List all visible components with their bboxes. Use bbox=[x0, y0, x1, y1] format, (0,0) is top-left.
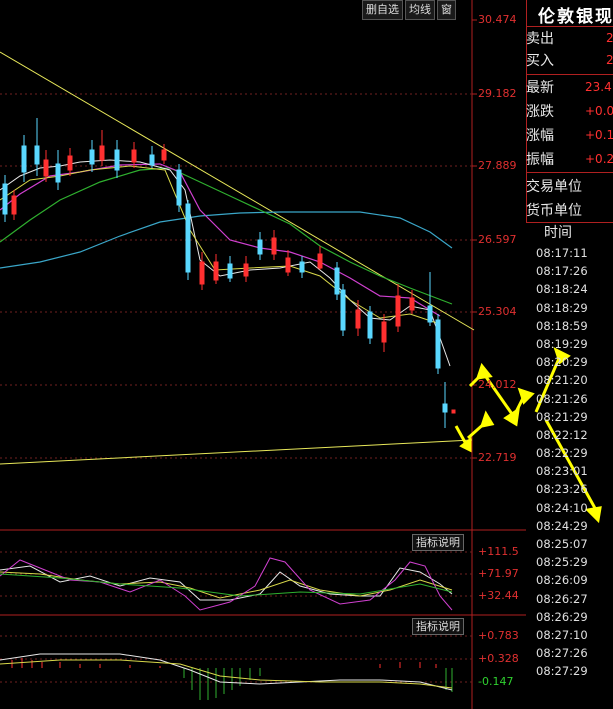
latest-row: 最新 23.4 bbox=[526, 77, 613, 99]
chart-toolbar: 删自选 均线 窗 bbox=[362, 0, 456, 20]
time-item: 08:21:26 bbox=[536, 391, 588, 406]
tick-time-list[interactable]: 时间 08:17:11 08:17:26 08:18:24 08:18:29 0… bbox=[526, 222, 613, 681]
time-item: 08:24:29 bbox=[536, 518, 588, 533]
sell-row: 卖出 2 bbox=[526, 28, 613, 50]
price-axis-label: 22.719 bbox=[478, 451, 517, 464]
sell-value: 2 bbox=[606, 31, 613, 45]
delete-watchlist-button[interactable]: 删自选 bbox=[362, 0, 403, 20]
time-item: 08:21:20 bbox=[536, 373, 588, 388]
change-pct-row: 涨幅 +0.1 bbox=[526, 125, 613, 147]
time-item: 08:23:26 bbox=[536, 482, 588, 497]
change-pct-label: 涨幅 bbox=[526, 128, 554, 144]
latest-label: 最新 bbox=[526, 80, 554, 96]
time-item: 08:23:01 bbox=[536, 464, 588, 479]
trade-unit-row: 交易单位 bbox=[526, 176, 613, 198]
window-button[interactable]: 窗 bbox=[437, 0, 456, 20]
amplitude-row: 振幅 +0.2 bbox=[526, 149, 613, 171]
change-label: 涨跌 bbox=[526, 104, 554, 120]
time-item: 08:19:29 bbox=[536, 336, 588, 351]
change-pct-value: +0.1 bbox=[585, 128, 613, 142]
instrument-title: 伦敦银现 bbox=[538, 7, 613, 27]
time-item: 08:27:29 bbox=[536, 664, 588, 679]
currency-unit-row: 货币单位 bbox=[526, 200, 613, 222]
price-axis-label: 26.597 bbox=[478, 233, 517, 246]
indicator2-axis-label: +0.783 bbox=[478, 629, 519, 642]
time-item: 08:25:29 bbox=[536, 555, 588, 570]
time-item: 08:18:59 bbox=[536, 318, 588, 333]
time-item: 08:26:27 bbox=[536, 591, 588, 606]
time-item: 08:18:29 bbox=[536, 300, 588, 315]
trade-unit-label: 交易单位 bbox=[526, 179, 582, 195]
price-chart[interactable] bbox=[0, 0, 526, 709]
buy-label: 买入 bbox=[526, 53, 554, 69]
support-line bbox=[0, 439, 473, 465]
change-row: 涨跌 +0.0 bbox=[526, 101, 613, 123]
price-axis-label: 30.474 bbox=[478, 13, 517, 26]
time-header: 时间 bbox=[544, 225, 572, 241]
buy-row: 买入 2 bbox=[526, 50, 613, 72]
time-item: 08:21:29 bbox=[536, 409, 588, 424]
amplitude-label: 振幅 bbox=[526, 152, 554, 168]
time-item: 08:20:29 bbox=[536, 355, 588, 370]
price-axis-label: 29.182 bbox=[478, 87, 517, 100]
latest-value: 23.4 bbox=[585, 80, 612, 94]
indicator2-help-button[interactable]: 指标说明 bbox=[412, 618, 464, 635]
time-item: 08:22:12 bbox=[536, 427, 588, 442]
time-item: 08:27:26 bbox=[536, 646, 588, 661]
buy-value: 2 bbox=[606, 53, 613, 67]
price-axis-label: 25.304 bbox=[478, 305, 517, 318]
indicator1-help-button[interactable]: 指标说明 bbox=[412, 534, 464, 551]
indicator1-axis-label: +111.5 bbox=[478, 545, 519, 558]
currency-unit-label: 货币单位 bbox=[526, 203, 582, 219]
time-item: 08:24:10 bbox=[536, 500, 588, 515]
indicator1-axis-label: +71.97 bbox=[478, 567, 519, 580]
indicator2-axis-label: -0.147 bbox=[478, 675, 514, 688]
amplitude-value: +0.2 bbox=[585, 152, 613, 166]
sell-label: 卖出 bbox=[526, 31, 554, 47]
ma-lines-button[interactable]: 均线 bbox=[405, 0, 435, 20]
time-item: 08:25:07 bbox=[536, 537, 588, 551]
time-item: 08:26:09 bbox=[536, 573, 588, 588]
time-item: 08:18:24 bbox=[536, 282, 588, 297]
time-item: 08:17:26 bbox=[536, 264, 588, 279]
candlesticks bbox=[2, 118, 456, 428]
time-item: 08:22:29 bbox=[536, 446, 588, 461]
time-item: 08:17:11 bbox=[536, 246, 588, 260]
indicator2-axis-label: +0.328 bbox=[478, 652, 519, 665]
price-axis-label: 27.889 bbox=[478, 159, 517, 172]
ma-yellow bbox=[0, 165, 441, 325]
indicator1-axis-label: +32.44 bbox=[478, 589, 519, 602]
time-item: 08:27:10 bbox=[536, 627, 588, 642]
price-axis-label: 24.012 bbox=[478, 378, 517, 391]
time-item: 08:26:29 bbox=[536, 609, 588, 624]
change-value: +0.0 bbox=[585, 104, 613, 118]
